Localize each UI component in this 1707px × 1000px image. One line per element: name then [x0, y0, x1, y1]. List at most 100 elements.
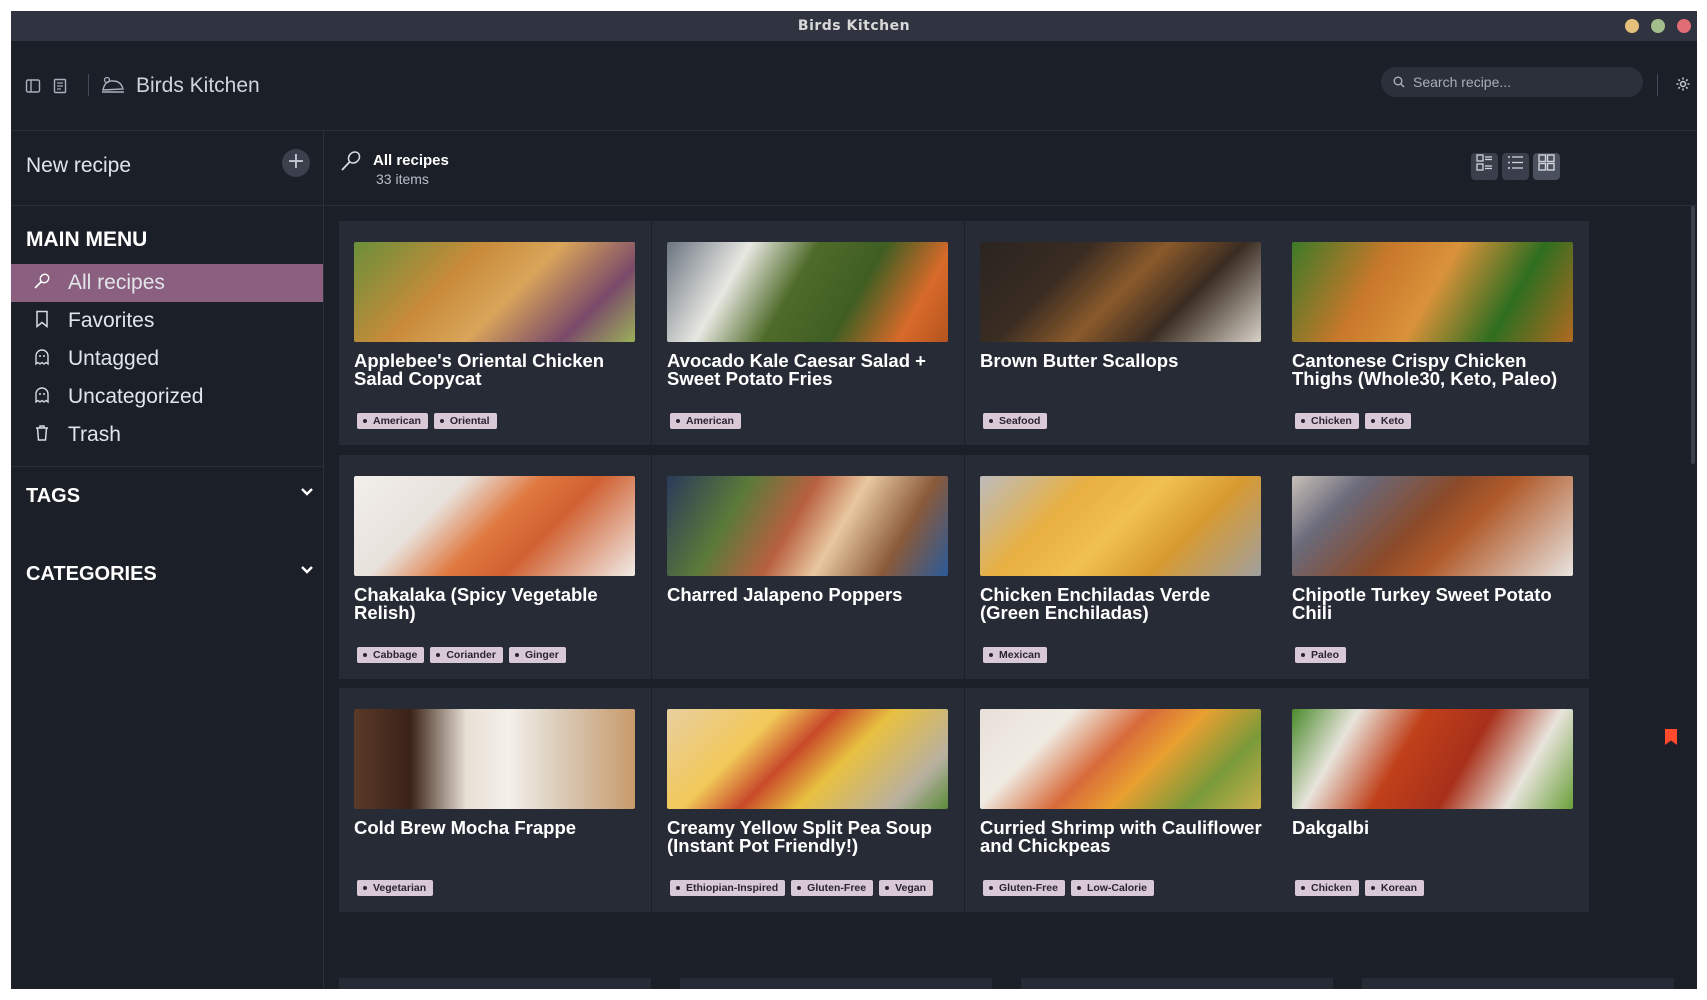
content-header: All recipes 33 items: [325, 131, 1697, 206]
tag-badge[interactable]: Chicken: [1295, 880, 1359, 896]
recipe-card[interactable]: Chipotle Turkey Sweet Potato Chili Paleo: [1277, 455, 1589, 679]
tag-badge[interactable]: Gluten-Free: [791, 880, 874, 896]
tag-badge[interactable]: American: [357, 413, 428, 429]
recipe-tags: American: [670, 413, 741, 429]
tag-dot-icon: [676, 886, 680, 890]
tag-badge[interactable]: Mexican: [983, 647, 1048, 663]
sidebar-item-all-recipes[interactable]: All recipes: [11, 264, 323, 302]
recipe-title[interactable]: Brown Butter Scallops: [980, 351, 1270, 370]
recipe-image[interactable]: [980, 242, 1261, 342]
recipe-image[interactable]: [354, 242, 635, 342]
recipe-card-partial[interactable]: [339, 978, 651, 989]
recipe-card-partial[interactable]: [1362, 978, 1674, 989]
recipe-image[interactable]: [980, 476, 1261, 576]
sidebar-item-untagged[interactable]: Untagged: [11, 340, 323, 378]
recipe-title[interactable]: Creamy Yellow Split Pea Soup (Instant Po…: [667, 818, 957, 855]
whisk-icon: [339, 149, 363, 179]
tag-badge[interactable]: Vegetarian: [357, 880, 434, 896]
grid-list-view-button[interactable]: [1471, 153, 1498, 180]
recipe-card-partial[interactable]: [1021, 978, 1333, 989]
tag-badge[interactable]: American: [670, 413, 741, 429]
search-input[interactable]: [1413, 74, 1613, 90]
recipe-image[interactable]: [1292, 709, 1573, 809]
recipe-card[interactable]: Cantonese Crispy Chicken Thighs (Whole30…: [1277, 221, 1589, 445]
recipe-card-partial[interactable]: [680, 978, 992, 989]
recipe-title[interactable]: Avocado Kale Caesar Salad + Sweet Potato…: [667, 351, 957, 388]
recipe-title[interactable]: Cantonese Crispy Chicken Thighs (Whole30…: [1292, 351, 1582, 388]
tag-badge[interactable]: Ethiopian-Inspired: [670, 880, 786, 896]
recipe-card[interactable]: Applebee's Oriental Chicken Salad Copyca…: [339, 221, 651, 445]
tag-label: Gluten-Free: [807, 882, 867, 894]
sidebar: New recipe + MAIN MENU All recipes Favor…: [11, 131, 324, 989]
recipe-title[interactable]: Charred Jalapeno Poppers: [667, 585, 957, 604]
scrollbar[interactable]: [1691, 206, 1695, 464]
tag-badge[interactable]: Coriander: [430, 647, 503, 663]
tags-section[interactable]: TAGS: [11, 467, 323, 545]
tag-badge[interactable]: Seafood: [983, 413, 1048, 429]
tag-badge[interactable]: Keto: [1364, 413, 1412, 429]
recipe-image[interactable]: [1292, 476, 1573, 576]
recipe-image[interactable]: [667, 242, 948, 342]
tag-label: Vegetarian: [373, 882, 427, 894]
grid-view-button[interactable]: [1533, 153, 1560, 180]
recipe-image[interactable]: [1292, 242, 1573, 342]
recipe-title[interactable]: Chipotle Turkey Sweet Potato Chili: [1292, 585, 1582, 622]
list-view-button[interactable]: [1502, 153, 1529, 180]
sidebar-item-uncategorized[interactable]: Uncategorized: [11, 378, 323, 416]
tag-badge[interactable]: Vegan: [879, 880, 934, 896]
search-box[interactable]: [1381, 67, 1643, 97]
tag-label: Oriental: [449, 415, 490, 427]
tag-label: American: [373, 415, 421, 427]
cooking-bird-icon: [101, 76, 125, 98]
window-titlebar[interactable]: Birds Kitchen: [11, 11, 1697, 41]
new-recipe-row[interactable]: New recipe +: [11, 131, 323, 206]
recipe-image[interactable]: [667, 709, 948, 809]
recipe-card[interactable]: Cold Brew Mocha Frappe Vegetarian: [339, 688, 651, 912]
recipe-title[interactable]: Cold Brew Mocha Frappe: [354, 818, 644, 837]
recipe-card[interactable]: Chicken Enchiladas Verde (Green Enchilad…: [965, 455, 1277, 679]
recipe-title[interactable]: Chicken Enchiladas Verde (Green Enchilad…: [980, 585, 1270, 622]
recipe-image[interactable]: [354, 476, 635, 576]
chevron-down-icon[interactable]: [300, 485, 314, 501]
new-recipe-label: New recipe: [26, 154, 132, 177]
recipe-title[interactable]: Dakgalbi: [1292, 818, 1582, 837]
recipe-card[interactable]: Charred Jalapeno Poppers: [652, 455, 964, 679]
recipe-card[interactable]: Curried Shrimp with Cauliflower and Chic…: [965, 688, 1277, 912]
recipe-card[interactable]: Creamy Yellow Split Pea Soup (Instant Po…: [652, 688, 964, 912]
main-menu-title: MAIN MENU: [26, 228, 148, 251]
recipe-title[interactable]: Chakalaka (Spicy Vegetable Relish): [354, 585, 644, 622]
tag-label: Vegan: [895, 882, 927, 894]
tag-badge[interactable]: Cabbage: [357, 647, 425, 663]
gear-icon[interactable]: [1675, 76, 1691, 96]
recipe-image[interactable]: [354, 709, 635, 809]
tag-badge[interactable]: Ginger: [508, 647, 566, 663]
recipe-title[interactable]: Applebee's Oriental Chicken Salad Copyca…: [354, 351, 644, 388]
close-button[interactable]: [1677, 19, 1691, 33]
recipe-title[interactable]: Curried Shrimp with Cauliflower and Chic…: [980, 818, 1270, 855]
recipe-card[interactable]: Dakgalbi Chicken Korean: [1277, 688, 1589, 912]
chevron-down-icon[interactable]: [300, 563, 314, 579]
tag-badge[interactable]: Chicken: [1295, 413, 1359, 429]
sidebar-item-favorites[interactable]: Favorites: [11, 302, 323, 340]
tag-badge[interactable]: Low-Calorie: [1070, 880, 1155, 896]
sidebar-item-trash[interactable]: Trash: [11, 416, 323, 454]
recipe-card[interactable]: Chakalaka (Spicy Vegetable Relish) Cabbag…: [339, 455, 651, 679]
sidebar-item-label: Untagged: [68, 347, 160, 370]
recipe-card[interactable]: Avocado Kale Caesar Salad + Sweet Potato…: [652, 221, 964, 445]
tag-badge[interactable]: Oriental: [433, 413, 497, 429]
recipe-image[interactable]: [667, 476, 948, 576]
categories-section[interactable]: CATEGORIES: [11, 545, 323, 623]
recipe-card[interactable]: Brown Butter Scallops Seafood: [965, 221, 1277, 445]
categories-title: CATEGORIES: [26, 563, 157, 585]
maximize-button[interactable]: [1651, 19, 1665, 33]
recipe-image[interactable]: [980, 709, 1261, 809]
app-title: Birds Kitchen: [136, 74, 260, 97]
tag-badge[interactable]: Gluten-Free: [983, 880, 1065, 896]
minimize-button[interactable]: [1625, 19, 1639, 33]
sidebar-toggle-icon[interactable]: [25, 78, 41, 98]
add-recipe-button[interactable]: +: [282, 149, 310, 177]
tag-badge[interactable]: Korean: [1364, 880, 1425, 896]
tag-dot-icon: [439, 419, 444, 423]
book-icon[interactable]: [52, 78, 68, 98]
tag-badge[interactable]: Paleo: [1295, 647, 1347, 663]
